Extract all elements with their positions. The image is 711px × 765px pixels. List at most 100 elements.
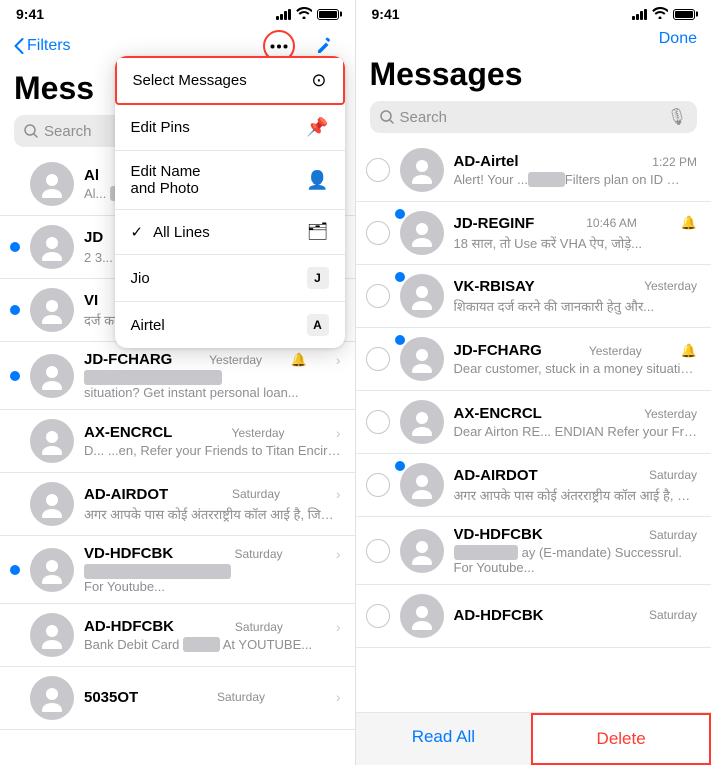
dropdown-airtel[interactable]: Airtel A [115,302,345,348]
list-item[interactable]: AD-HDFCBK Saturday › Bank Debit Card ███… [0,604,355,667]
avatar [30,162,74,206]
select-circle[interactable] [366,539,390,563]
left-screen: 9:41 Filters [0,0,356,765]
avatar [400,594,444,638]
message-preview: ███████████████situation? Get instant pe… [84,370,341,400]
dropdown-menu: Select Messages ⊙ Edit Pins 📌 Edit Name … [115,56,345,348]
list-item[interactable]: AX-ENCRCL Yesterday Dear Airton RE... EN… [356,391,711,454]
select-circle[interactable] [366,284,390,308]
select-circle[interactable] [366,473,390,497]
all-lines-check: ✓ [131,223,144,241]
back-button[interactable]: Filters [14,37,71,55]
sender-name: JD [84,229,103,246]
avatar [400,529,444,573]
message-content: AX-ENCRCL Yesterday Dear Airton RE... EN… [454,405,698,439]
sender-name: JD-FCHARG [84,351,172,368]
message-time: Saturday [649,468,697,482]
dropdown-edit-pins[interactable]: Edit Pins 📌 [115,105,345,151]
all-lines-label: All Lines [153,224,210,241]
message-content: AD-AIRDOT Saturday › अगर आपके पास कोई अं… [84,486,341,523]
sender-name: AD-HDFCBK [84,618,174,635]
chevron-right-icon: › [336,546,341,562]
right-screen: 9:41 Done Messages Search 🎙 [356,0,711,765]
message-time: Saturday [235,620,283,634]
sender-name: AD-AIRDOT [84,486,168,503]
sender-name: AD-HDFCBK [454,607,544,624]
tray-icon: 🗂 [307,222,329,242]
microphone-icon[interactable]: 🎙 [667,107,687,127]
message-preview: शिकायत दर्ज करने की जानकारी हेतु और... [454,297,698,315]
list-item[interactable]: JD-FCHARG Yesterday 🔔 › ███████████████s… [0,342,355,410]
list-item[interactable]: AD-AIRDOT Saturday › अगर आपके पास कोई अं… [0,473,355,536]
right-time: 9:41 [372,6,400,22]
right-search-bar[interactable]: Search 🎙 [370,101,698,133]
done-button[interactable]: Done [659,30,697,48]
message-time: Yesterday [232,426,285,440]
edit-name-photo-label-group: Edit Name and Photo [131,163,201,197]
left-status-icons [276,7,339,22]
avatar [30,482,74,526]
avatar [30,225,74,269]
all-lines-label-group: ✓ All Lines [131,223,210,241]
search-icon [24,124,38,138]
right-status-icons [632,7,695,22]
read-all-button[interactable]: Read All [356,713,532,765]
message-content: 5035OT Saturday › [84,689,341,708]
sender-name: VD-HDFCBK [454,526,543,543]
dropdown-jio[interactable]: Jio J [115,255,345,302]
delete-button[interactable]: Delete [531,713,711,765]
sender-name: AD-Airtel [454,153,519,170]
select-circle[interactable] [366,221,390,245]
select-circle[interactable] [366,604,390,628]
airtel-label-group: Airtel [131,317,165,334]
bell-icon: 🔔 [291,352,307,368]
bottom-bar: Read All Delete [356,712,711,765]
message-content: VD-HDFCBK Saturday ███████ ay (E-mandate… [454,526,698,575]
list-item[interactable]: 5035OT Saturday › [0,667,355,730]
list-item[interactable]: VD-HDFCBK Saturday ███████ ay (E-mandate… [356,517,711,585]
avatar [30,676,74,720]
message-content: JD-FCHARG Yesterday 🔔 › ███████████████s… [84,351,341,400]
message-preview: ███████ ay (E-mandate) Successrul.For Yo… [454,545,698,575]
message-preview: 18 साल, तो Use करें VHA ऐप, जोड़े... [454,234,698,252]
message-time: Saturday [234,547,282,561]
right-messages-title: Messages [356,54,711,97]
list-item[interactable]: AD-HDFCBK Saturday [356,585,711,648]
sender-name: Al [84,167,99,184]
avatar [30,354,74,398]
select-messages-label-group: Select Messages [133,72,247,89]
left-status-bar: 9:41 [0,0,355,26]
right-status-bar: 9:41 [356,0,711,26]
message-time: Yesterday [644,279,697,293]
bell-icon: 🔔 [681,215,697,231]
avatar [400,463,444,507]
sender-name: VI [84,292,98,309]
dropdown-edit-name-photo[interactable]: Edit Name and Photo 👤 [115,151,345,210]
battery-icon [673,9,695,20]
avatar [400,211,444,255]
avatar [400,337,444,381]
sender-name: AD-AIRDOT [454,467,538,484]
list-item[interactable]: JD-REGINF 10:46 AM 🔔 18 साल, तो Use करें… [356,202,711,265]
signal-icon [632,9,647,20]
dropdown-all-lines[interactable]: ✓ All Lines 🗂 [115,210,345,255]
list-item[interactable]: VD-HDFCBK Saturday › ████████████████For… [0,536,355,604]
avatar [400,400,444,444]
list-item[interactable]: JD-FCHARG Yesterday 🔔 Dear customer, stu… [356,328,711,391]
chevron-right-icon: › [336,486,341,502]
person-icon: 👤 [306,170,328,191]
select-circle[interactable] [366,347,390,371]
list-item[interactable]: AD-Airtel 1:22 PM Alert! Your ...████Fil… [356,139,711,202]
message-preview: Dear customer, stuck in a money situatio… [454,361,698,376]
list-item[interactable]: VK-RBISAY Yesterday शिकायत दर्ज करने की … [356,265,711,328]
jio-label-group: Jio [131,270,150,287]
dropdown-select-messages[interactable]: Select Messages ⊙ [115,56,345,105]
avatar [30,548,74,592]
message-preview: अगर आपके पास कोई अंतरराष्ट्रीय कॉल आई है… [454,486,698,504]
list-item[interactable]: AX-ENCRCL Yesterday › D... ...en, Refer … [0,410,355,473]
pin-icon: 📌 [306,117,328,138]
select-circle[interactable] [366,410,390,434]
select-circle[interactable] [366,158,390,182]
message-time: Saturday [649,528,697,542]
list-item[interactable]: AD-AIRDOT Saturday अगर आपके पास कोई अंतर… [356,454,711,517]
